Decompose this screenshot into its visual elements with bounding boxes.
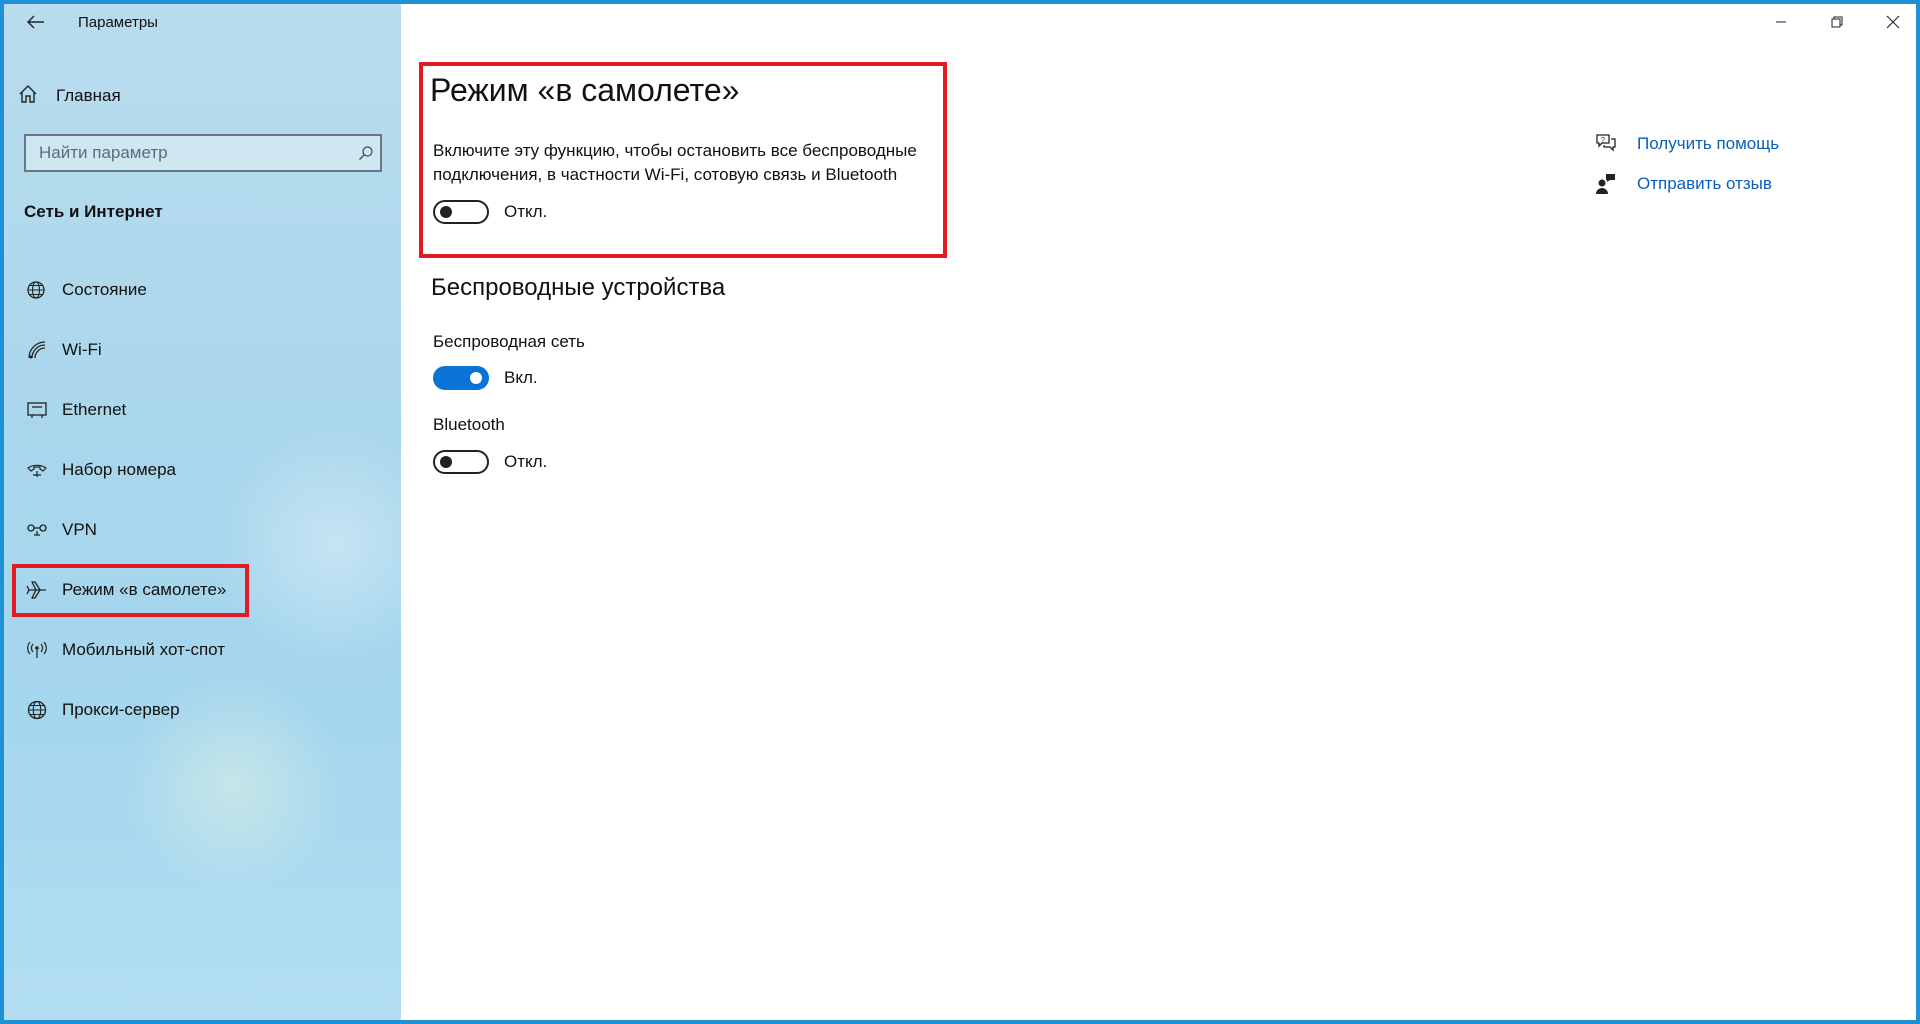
- sidebar-item-proxy[interactable]: Прокси-сервер: [4, 680, 401, 740]
- send-feedback-link[interactable]: Отправить отзыв: [1594, 164, 1779, 204]
- back-button[interactable]: [18, 12, 54, 36]
- toggle-knob: [440, 206, 452, 218]
- sidebar-item-label: Ethernet: [62, 400, 127, 419]
- airplane-toggle-state: Откл.: [504, 202, 548, 221]
- sidebar-item-dialup[interactable]: Набор номера: [4, 440, 401, 500]
- airplane-toggle-row: Откл.: [433, 200, 547, 224]
- sidebar-item-wifi[interactable]: Wi-Fi: [4, 320, 401, 380]
- bluetooth-toggle-row: Откл.: [433, 450, 547, 474]
- sidebar-item-airplane-mode[interactable]: Режим «в самолете»: [4, 560, 401, 620]
- get-help-label: Получить помощь: [1637, 134, 1780, 153]
- airplane-mode-toggle[interactable]: [433, 200, 489, 224]
- dial-up-icon: [22, 458, 52, 482]
- page-title: Режим «в самолете»: [430, 72, 740, 108]
- globe-icon: [22, 698, 52, 722]
- hotspot-icon: [22, 638, 52, 662]
- search-box[interactable]: [24, 134, 382, 172]
- ethernet-icon: [22, 398, 52, 422]
- sidebar-item-ethernet[interactable]: Ethernet: [4, 380, 401, 440]
- selection-highlight-frame: [12, 564, 249, 617]
- wireless-devices-heading: Беспроводные устройства: [431, 274, 726, 301]
- help-chat-icon: ?: [1594, 133, 1622, 155]
- sidebar-item-status[interactable]: Состояние: [4, 260, 401, 320]
- main-content: Режим «в самолете» Включите эту функцию,…: [401, 4, 1916, 1020]
- sidebar-item-label: Мобильный хот-спот: [62, 640, 226, 659]
- airplane-description: Включите эту функцию, чтобы остановить в…: [433, 141, 917, 184]
- sidebar-item-label: Набор номера: [62, 460, 176, 479]
- bluetooth-toggle[interactable]: [433, 450, 489, 474]
- search-icon[interactable]: [352, 145, 380, 161]
- wifi-toggle-state: Вкл.: [504, 368, 538, 387]
- sidebar-item-label: Состояние: [62, 280, 147, 299]
- section-title: Сеть и Интернет: [24, 202, 163, 221]
- app-title: Параметры: [78, 14, 158, 31]
- sidebar-item-label: VPN: [62, 520, 97, 539]
- settings-window: Параметры Главная Сеть и Интернет Состоя…: [0, 0, 1920, 1024]
- bluetooth-setting-label: Bluetooth: [433, 415, 505, 434]
- wifi-setting-label: Беспроводная сеть: [433, 332, 585, 351]
- sidebar-item-hotspot[interactable]: Мобильный хот-спот: [4, 620, 401, 680]
- related-links: ? Получить помощь Отправить отзыв: [1594, 124, 1779, 204]
- send-feedback-label: Отправить отзыв: [1637, 174, 1772, 193]
- globe-status-icon: [22, 278, 52, 302]
- sidebar-item-vpn[interactable]: VPN: [4, 500, 401, 560]
- toggle-knob: [440, 456, 452, 468]
- wifi-icon: [22, 338, 52, 362]
- sidebar-item-label: Wi-Fi: [62, 340, 102, 359]
- toggle-knob: [470, 372, 482, 384]
- nav-list: Состояние Wi-Fi Ethernet Набор номера VP…: [4, 260, 401, 740]
- get-help-link[interactable]: ? Получить помощь: [1594, 124, 1779, 164]
- nav-home[interactable]: Главная: [18, 82, 121, 110]
- bluetooth-toggle-state: Откл.: [504, 452, 548, 471]
- back-arrow-icon: [27, 15, 45, 34]
- home-icon: [18, 84, 38, 109]
- search-input[interactable]: [26, 135, 352, 171]
- vpn-icon: [22, 518, 52, 542]
- feedback-icon: [1594, 173, 1622, 195]
- svg-text:?: ?: [1601, 137, 1605, 144]
- sidebar: Параметры Главная Сеть и Интернет Состоя…: [4, 4, 401, 1020]
- sidebar-item-label: Прокси-сервер: [62, 700, 180, 719]
- wifi-toggle-row: Вкл.: [433, 366, 538, 390]
- home-label: Главная: [56, 86, 121, 105]
- wifi-toggle[interactable]: [433, 366, 489, 390]
